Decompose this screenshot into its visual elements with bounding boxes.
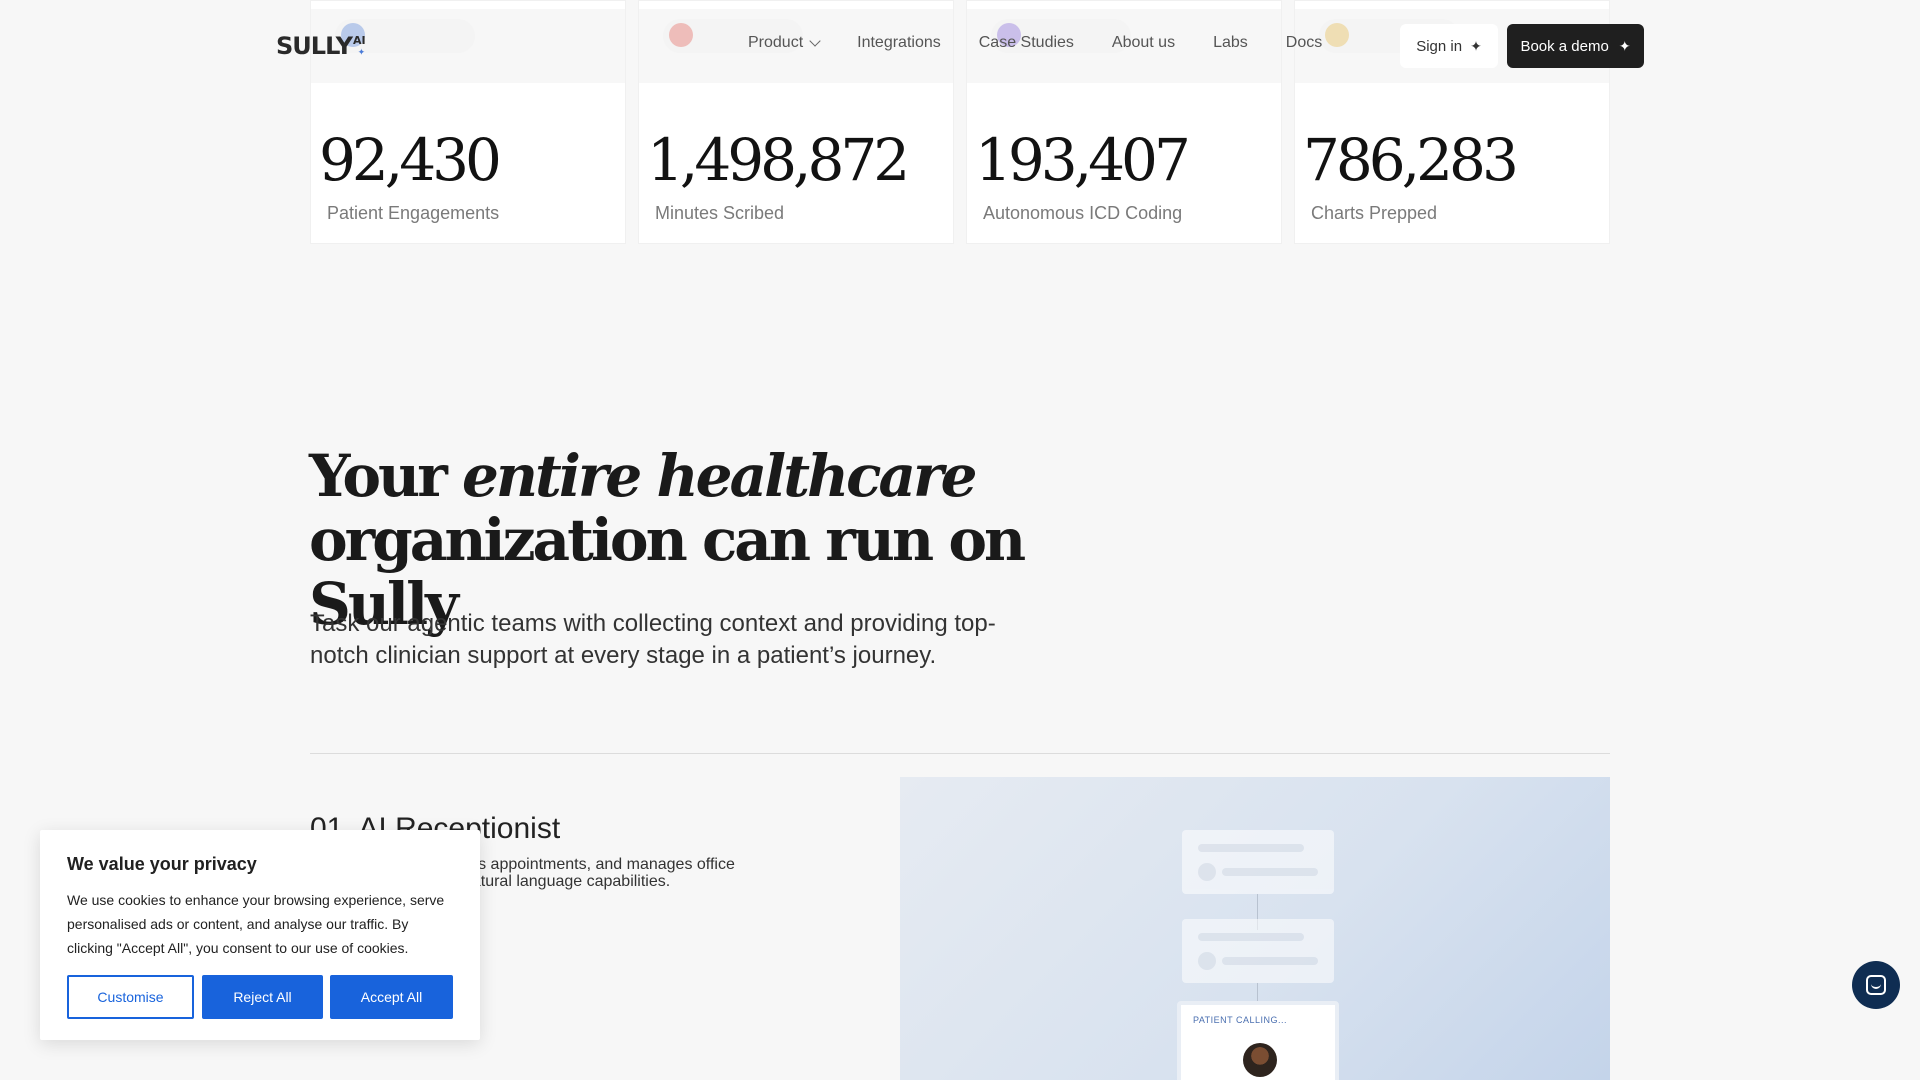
nav-link-docs[interactable]: Docs	[1286, 34, 1322, 52]
cookie-customise-button[interactable]: Customise	[67, 975, 194, 1019]
stat-label: Minutes Scribed	[655, 203, 785, 223]
stat-label: Charts Prepped	[1311, 203, 1438, 223]
nav-product-menu[interactable]: Product	[748, 34, 821, 52]
node-bar	[1198, 933, 1304, 941]
chevron-down-icon	[809, 35, 821, 47]
stat-label: Autonomous ICD Coding	[983, 203, 1183, 223]
node-avatar	[1198, 863, 1216, 881]
cookie-text: We use cookies to enhance your browsing …	[67, 892, 445, 956]
book-demo-label: Book a demo	[1520, 37, 1609, 55]
logo-sparkle-icon: ✦	[357, 48, 365, 58]
logo-ai-suffix: AI	[353, 34, 366, 47]
logo-text: SULLY	[276, 32, 353, 60]
chat-launcher-button[interactable]	[1852, 961, 1900, 1009]
stat-label: Patient Engagements	[327, 203, 500, 223]
nav-link-case-studies[interactable]: Case Studies	[979, 34, 1074, 52]
stat-value: 92,430	[319, 126, 502, 194]
node-bar	[1222, 868, 1318, 876]
patient-calling-label: PATIENT CALLING...	[1193, 1015, 1288, 1025]
workflow-connector	[1257, 983, 1258, 1003]
stat-value: 1,498,872	[647, 126, 910, 194]
hero-subtitle: Task our agentic teams with collecting c…	[310, 610, 996, 669]
sign-in-label: Sign in	[1416, 37, 1463, 55]
patient-avatar	[1243, 1043, 1277, 1077]
hero-title-emphasis: entire healthcare	[461, 442, 978, 510]
top-navbar: SULLY AI ✦ Product Integrations Case Stu…	[0, 0, 1920, 82]
nav-link-integrations[interactable]: Integrations	[857, 34, 941, 52]
receptionist-illustration: PATIENT CALLING...	[900, 777, 1610, 1080]
chat-icon	[1866, 975, 1886, 995]
nav-link-about-us[interactable]: About us	[1112, 34, 1175, 52]
node-avatar	[1198, 952, 1216, 970]
nav-link-labs[interactable]: Labs	[1213, 34, 1248, 52]
stat-value: 786,283	[1303, 126, 1519, 194]
nav-link-label: Product	[748, 34, 804, 51]
cookie-accept-all-button[interactable]: Accept All	[330, 975, 453, 1019]
sparkle-icon: ✦	[1470, 37, 1482, 54]
cookie-consent-banner: We value your privacy We use cookies to …	[40, 830, 480, 1040]
hero-title-pre: Your	[309, 442, 462, 510]
stat-value: 193,407	[975, 126, 1191, 194]
cookie-reject-all-button[interactable]: Reject All	[202, 975, 323, 1019]
sully-logo[interactable]: SULLY AI ✦	[276, 32, 366, 60]
book-demo-button[interactable]: Book a demo ✦	[1507, 24, 1644, 68]
workflow-node	[1182, 919, 1334, 983]
patient-calling-card: PATIENT CALLING...	[1177, 1001, 1339, 1080]
nav-links: Product Integrations Case Studies About …	[748, 34, 1360, 52]
section-divider	[310, 753, 1610, 754]
sign-in-button[interactable]: Sign in ✦	[1400, 24, 1498, 68]
sparkle-icon: ✦	[1618, 37, 1631, 54]
workflow-node	[1182, 830, 1334, 894]
node-bar	[1222, 957, 1318, 965]
cookie-title: We value your privacy	[67, 854, 257, 874]
node-bar	[1198, 844, 1304, 852]
